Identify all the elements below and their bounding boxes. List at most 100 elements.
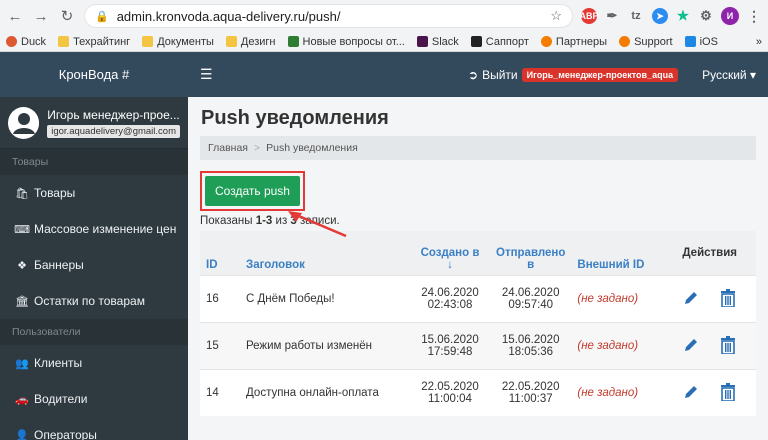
table-row: 15 Режим работы изменён 15.06.2020 17:59:… (200, 321, 756, 369)
app-layout: КронВода # Игорь менеджер-проe... igor.a… (0, 52, 768, 440)
puzzle-icon[interactable]: ⚙ (698, 8, 714, 24)
language-dropdown[interactable]: Русский ▾ (702, 68, 756, 82)
user-panel: Игорь менеджер-проe... igor.aquadelivery… (0, 97, 188, 149)
bookmark-ios[interactable]: iOS (684, 36, 718, 48)
cubes-icon: ❖ (17, 259, 27, 272)
bookmark-slack[interactable]: Slack (416, 36, 459, 48)
column-header-title[interactable]: Заголовок (240, 231, 410, 275)
brand-logo[interactable]: КронВода # (0, 52, 188, 97)
page-title: Push уведомления (201, 107, 389, 129)
sidebar-item-operators[interactable]: 👤 Операторы (0, 417, 188, 440)
breadcrumb-home-link[interactable]: Главная (208, 142, 248, 154)
sidebar: КронВода # Игорь менеджер-проe... igor.a… (0, 52, 188, 440)
adblock-icon[interactable]: ABP (580, 8, 599, 24)
cell-created: 15.06.2020 17:59:48 (410, 321, 490, 369)
logout-link[interactable]: ➲ Выйти (468, 68, 518, 82)
page-content: Push уведомления Главная > Push уведомле… (188, 97, 768, 416)
top-navbar: ☰ ➲ Выйти Игорь_менеджер-проектов_aqua Ру… (188, 52, 768, 97)
folder-icon (225, 36, 237, 47)
profile-avatar[interactable]: И (721, 7, 739, 25)
user-icon: 👤 (15, 429, 29, 440)
cell-title: Доступна онлайн-оплата (240, 368, 410, 416)
browser-toolbar: ← → ↻ 🔒 admin.kronvoda.aqua-delivery.ru/… (0, 0, 768, 32)
cell-sent: 15.06.2020 18:05:36 (490, 321, 572, 369)
bookmark-support[interactable]: Support (619, 36, 673, 48)
column-header-sent[interactable]: Отправлено в (490, 231, 572, 275)
back-arrow-icon[interactable]: ← (6, 7, 24, 25)
cell-external-id: (не задано) (571, 274, 664, 322)
lock-icon: 🔒 (95, 10, 109, 23)
sidebar-item-bulk-price[interactable]: ⌨ Массовое изменение цен (0, 211, 188, 247)
cell-external-id: (не задано) (571, 321, 664, 369)
cell-title: С Днём Победы! (240, 274, 410, 322)
cell-title: Режим работы изменён (240, 321, 410, 369)
star-icon[interactable]: ☆ (550, 8, 562, 24)
paper-plane-icon[interactable]: ➤ (652, 8, 668, 24)
highlight-box: Создать push (200, 171, 305, 211)
user-email-badge: igor.aquadelivery@gmail.com (47, 124, 180, 138)
bookmark-design[interactable]: Дезигн (225, 36, 276, 48)
bookmark-duck[interactable]: Duck (6, 36, 46, 48)
user-name: Игорь менеджер-проe... (47, 107, 180, 122)
bookmark-techwriting[interactable]: Техрайтинг (58, 36, 130, 48)
cell-id: 14 (200, 368, 240, 416)
breadcrumb-separator: > (253, 142, 261, 154)
cell-id: 16 (200, 274, 240, 322)
delete-trash-icon[interactable] (717, 287, 739, 309)
cell-created: 22.05.2020 11:00:04 (410, 368, 490, 416)
section-header-goods: Товары (0, 149, 188, 175)
menu-kebab-icon[interactable]: ⋮ (746, 8, 762, 24)
bookmark-partners[interactable]: Партнеры (540, 36, 607, 48)
column-header-external-id[interactable]: Внешний ID (571, 231, 664, 275)
sidebar-item-banners[interactable]: ❖ Баннеры (0, 247, 188, 283)
plus-green-icon (287, 36, 299, 47)
edit-pencil-icon[interactable] (680, 334, 702, 356)
sidebar-item-goods[interactable]: 🛍 Товары (0, 175, 188, 211)
sidebar-item-stock[interactable]: 🏛 Остатки по товарам (0, 283, 188, 319)
breadcrumb-current: Push уведомления (266, 142, 358, 154)
caret-down-icon: ▾ (749, 67, 756, 82)
bookmark-support-ru[interactable]: Саппорт (470, 36, 529, 48)
main-area: ☰ ➲ Выйти Игорь_менеджер-проектов_aqua Ру… (188, 52, 768, 440)
partners-icon (540, 36, 552, 47)
url-text[interactable]: admin.kronvoda.aqua-delivery.ru/push/ (117, 9, 543, 24)
user-avatar-icon (8, 106, 40, 139)
runner-icon[interactable]: ✯ (675, 8, 691, 24)
delete-trash-icon[interactable] (717, 381, 739, 403)
bookmark-documents[interactable]: Документы (142, 36, 214, 48)
notion-icon (470, 36, 482, 47)
cell-actions (663, 368, 756, 416)
shopping-bag-icon: 🛍 (15, 187, 29, 200)
cell-actions (663, 274, 756, 322)
bookmarks-bar: Duck Техрайтинг Документы Дезигн Новые в… (0, 32, 768, 52)
column-header-id[interactable]: ID (200, 231, 240, 275)
eyedropper-icon[interactable]: ✒ (604, 8, 620, 24)
edit-pencil-icon[interactable] (680, 381, 702, 403)
role-badge: Игорь_менеджер-проектов_aqua (521, 67, 679, 82)
extensions-bar: ABP ✒ tz ➤ ✯ ⚙ И ⋮ (580, 7, 762, 25)
sidebar-item-clients[interactable]: 👥 Клиенты (0, 345, 188, 381)
cell-id: 15 (200, 321, 240, 369)
create-push-button[interactable]: Создать push (205, 176, 300, 206)
records-summary: Показаны 1-3 из 3 записи. (200, 215, 340, 227)
sign-out-icon: ➲ (468, 67, 479, 82)
reload-icon[interactable]: ↻ (58, 7, 76, 25)
folder-icon (142, 36, 154, 47)
app-store-icon (684, 36, 696, 47)
bookmarks-more-icon[interactable]: » (756, 36, 762, 48)
push-table: ID Заголовок Создано в ↓ Отправлено в Внеш… (200, 231, 756, 416)
tz-extension-icon[interactable]: tz (627, 8, 645, 24)
forward-arrow-icon[interactable]: → (32, 7, 50, 25)
table-row: 16 С Днём Победы! 24.06.2020 02:43:08 24.… (200, 274, 756, 322)
keyboard-icon: ⌨ (14, 223, 30, 236)
column-header-created[interactable]: Создано в ↓ (410, 231, 490, 275)
bookmark-new-questions[interactable]: Новые вопросы от... (287, 36, 405, 48)
support-icon (619, 36, 631, 47)
delete-trash-icon[interactable] (717, 334, 739, 356)
hamburger-menu-icon[interactable]: ☰ (200, 66, 213, 83)
slack-icon (416, 36, 428, 47)
duck-icon (6, 36, 17, 47)
edit-pencil-icon[interactable] (680, 287, 702, 309)
sidebar-item-drivers[interactable]: 🚗 Водители (0, 381, 188, 417)
address-bar[interactable]: 🔒 admin.kronvoda.aqua-delivery.ru/push/ … (84, 4, 573, 28)
